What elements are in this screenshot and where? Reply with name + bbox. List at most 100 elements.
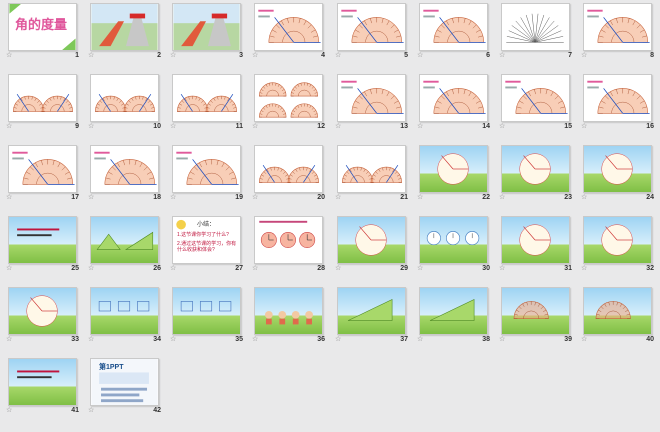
slide-preview[interactable] xyxy=(254,145,323,193)
slide-thumbnail-25[interactable]: ☆ 25 xyxy=(4,216,86,278)
transition-star-icon[interactable]: ☆ xyxy=(170,123,176,131)
slide-preview[interactable] xyxy=(583,74,652,122)
slide-thumbnail-41[interactable]: ☆ 41 xyxy=(4,358,86,420)
transition-star-icon[interactable]: ☆ xyxy=(88,265,94,273)
slide-thumbnail-22[interactable]: ☆ 22 xyxy=(415,145,497,207)
slide-thumbnail-29[interactable]: ☆ 29 xyxy=(333,216,415,278)
slide-preview[interactable] xyxy=(501,145,570,193)
slide-preview[interactable] xyxy=(172,74,241,122)
slide-thumbnail-26[interactable]: ☆ 26 xyxy=(86,216,168,278)
slide-preview[interactable] xyxy=(90,287,159,335)
transition-star-icon[interactable]: ☆ xyxy=(417,265,423,273)
slide-preview[interactable] xyxy=(8,287,77,335)
transition-star-icon[interactable]: ☆ xyxy=(252,123,258,131)
slide-thumbnail-13[interactable]: ☆ 13 xyxy=(333,74,415,136)
transition-star-icon[interactable]: ☆ xyxy=(6,194,12,202)
slide-preview[interactable] xyxy=(90,216,159,264)
slide-preview[interactable] xyxy=(501,3,570,51)
slide-thumbnail-35[interactable]: ☆ 35 xyxy=(168,287,250,349)
transition-star-icon[interactable]: ☆ xyxy=(335,52,341,60)
transition-star-icon[interactable]: ☆ xyxy=(6,336,12,344)
slide-preview[interactable] xyxy=(419,216,488,264)
slide-thumbnail-23[interactable]: ☆ 23 xyxy=(497,145,579,207)
transition-star-icon[interactable]: ☆ xyxy=(6,123,12,131)
slide-preview[interactable] xyxy=(172,3,241,51)
transition-star-icon[interactable]: ☆ xyxy=(88,123,94,131)
transition-star-icon[interactable]: ☆ xyxy=(170,194,176,202)
transition-star-icon[interactable]: ☆ xyxy=(6,407,12,415)
transition-star-icon[interactable]: ☆ xyxy=(6,265,12,273)
slide-preview[interactable] xyxy=(419,74,488,122)
transition-star-icon[interactable]: ☆ xyxy=(335,194,341,202)
transition-star-icon[interactable]: ☆ xyxy=(335,123,341,131)
slide-preview[interactable] xyxy=(501,216,570,264)
transition-star-icon[interactable]: ☆ xyxy=(170,336,176,344)
slide-preview[interactable] xyxy=(172,287,241,335)
slide-thumbnail-6[interactable]: ☆ 6 xyxy=(415,3,497,65)
slide-preview[interactable] xyxy=(90,74,159,122)
transition-star-icon[interactable]: ☆ xyxy=(499,52,505,60)
slide-preview[interactable] xyxy=(8,358,77,406)
slide-thumbnail-20[interactable]: ☆ 20 xyxy=(250,145,332,207)
slide-thumbnail-14[interactable]: ☆ 14 xyxy=(415,74,497,136)
slide-preview[interactable] xyxy=(583,287,652,335)
slide-thumbnail-17[interactable]: ☆ 17 xyxy=(4,145,86,207)
slide-thumbnail-30[interactable]: ☆ 30 xyxy=(415,216,497,278)
slide-preview[interactable] xyxy=(337,287,406,335)
slide-preview[interactable] xyxy=(254,287,323,335)
slide-thumbnail-4[interactable]: ☆ 4 xyxy=(250,3,332,65)
slide-thumbnail-12[interactable]: ☆ 12 xyxy=(250,74,332,136)
slide-thumbnail-31[interactable]: ☆ 31 xyxy=(497,216,579,278)
slide-preview[interactable] xyxy=(419,3,488,51)
slide-preview[interactable]: 第1PPT xyxy=(90,358,159,406)
transition-star-icon[interactable]: ☆ xyxy=(499,123,505,131)
slide-thumbnail-7[interactable]: ☆ 7 xyxy=(497,3,579,65)
slide-thumbnail-8[interactable]: ☆ 8 xyxy=(579,3,660,65)
slide-thumbnail-32[interactable]: ☆ 32 xyxy=(579,216,660,278)
transition-star-icon[interactable]: ☆ xyxy=(581,123,587,131)
transition-star-icon[interactable]: ☆ xyxy=(252,52,258,60)
slide-thumbnail-2[interactable]: ☆ 2 xyxy=(86,3,168,65)
slide-thumbnail-38[interactable]: ☆ 38 xyxy=(415,287,497,349)
transition-star-icon[interactable]: ☆ xyxy=(581,52,587,60)
slide-preview[interactable] xyxy=(501,74,570,122)
slide-thumbnail-27[interactable]: 小结： 1.这节课你学习了什么? 2.通过这节课的学习，你有什么收获和体会? ☆ 2… xyxy=(168,216,250,278)
slide-thumbnail-42[interactable]: 第1PPT ☆ 42 xyxy=(86,358,168,420)
slide-thumbnail-5[interactable]: ☆ 5 xyxy=(333,3,415,65)
slide-preview[interactable] xyxy=(172,145,241,193)
slide-preview[interactable]: 角的度量 xyxy=(8,3,77,51)
slide-preview[interactable] xyxy=(254,74,323,122)
slide-thumbnail-18[interactable]: ☆ 18 xyxy=(86,145,168,207)
transition-star-icon[interactable]: ☆ xyxy=(6,52,12,60)
slide-preview[interactable] xyxy=(583,145,652,193)
slide-thumbnail-36[interactable]: ☆ 36 xyxy=(250,287,332,349)
slide-thumbnail-21[interactable]: ☆ 21 xyxy=(333,145,415,207)
slide-thumbnail-10[interactable]: ☆ 10 xyxy=(86,74,168,136)
slide-preview[interactable] xyxy=(254,216,323,264)
transition-star-icon[interactable]: ☆ xyxy=(499,194,505,202)
transition-star-icon[interactable]: ☆ xyxy=(581,265,587,273)
slide-thumbnail-15[interactable]: ☆ 15 xyxy=(497,74,579,136)
slide-preview[interactable] xyxy=(337,3,406,51)
transition-star-icon[interactable]: ☆ xyxy=(252,265,258,273)
slide-thumbnail-28[interactable]: ☆ 28 xyxy=(250,216,332,278)
slide-preview[interactable] xyxy=(583,3,652,51)
slide-thumbnail-19[interactable]: ☆ 19 xyxy=(168,145,250,207)
transition-star-icon[interactable]: ☆ xyxy=(88,336,94,344)
transition-star-icon[interactable]: ☆ xyxy=(499,336,505,344)
transition-star-icon[interactable]: ☆ xyxy=(335,336,341,344)
transition-star-icon[interactable]: ☆ xyxy=(170,265,176,273)
slide-preview[interactable] xyxy=(337,145,406,193)
slide-thumbnail-24[interactable]: ☆ 24 xyxy=(579,145,660,207)
transition-star-icon[interactable]: ☆ xyxy=(417,194,423,202)
slide-thumbnail-39[interactable]: ☆ 39 xyxy=(497,287,579,349)
slide-preview[interactable] xyxy=(337,216,406,264)
transition-star-icon[interactable]: ☆ xyxy=(88,407,94,415)
slide-preview[interactable] xyxy=(8,145,77,193)
slide-preview[interactable] xyxy=(8,216,77,264)
transition-star-icon[interactable]: ☆ xyxy=(252,336,258,344)
slide-thumbnail-9[interactable]: ☆ 9 xyxy=(4,74,86,136)
transition-star-icon[interactable]: ☆ xyxy=(417,52,423,60)
slide-preview[interactable] xyxy=(337,74,406,122)
slide-preview[interactable] xyxy=(419,145,488,193)
